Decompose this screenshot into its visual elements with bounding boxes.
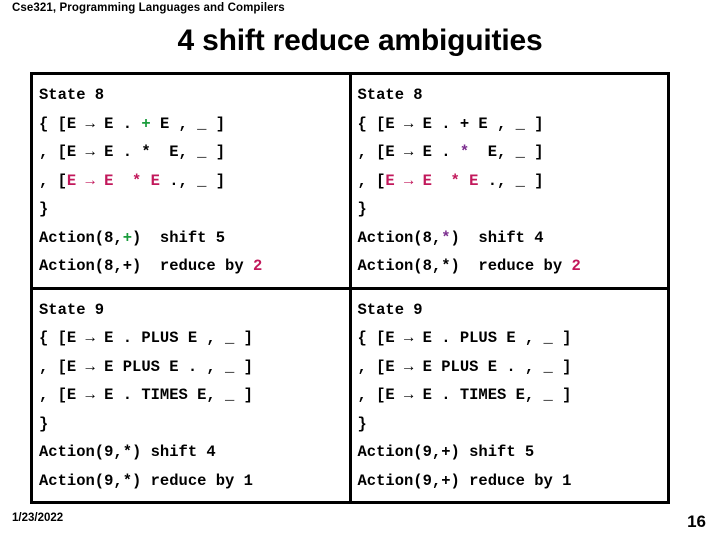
code-token: E , _ ] [150, 114, 226, 133]
code-token: , [ [39, 171, 67, 190]
state-8-times-content: State 8 { [E → E . + E , _ ] , [E → E . * … [358, 81, 668, 281]
code-line: , [E → E PLUS E . , _ ] [358, 353, 668, 382]
code-token: } [357, 200, 367, 218]
code-token: ) shift 5 [132, 228, 226, 247]
code-line: Action(9,*) reduce by 1 [39, 467, 349, 496]
code-token: Action(9,*) reduce by 1 [39, 471, 253, 490]
code-line: , [E → E * E ., _ ] [358, 167, 668, 196]
course-header: Cse321, Programming Languages and Compil… [12, 2, 285, 14]
state-comparison-table: State 8 { [E → E . + E , _ ] , [E → E . * … [30, 72, 670, 504]
table-cell-state-8-plus: State 8 { [E → E . + E , _ ] , [E → E . * … [30, 72, 352, 290]
code-line: State 8 [39, 81, 349, 110]
code-token: , [E → E PLUS E . , _ ] [39, 357, 253, 376]
code-line: Action(8,*) reduce by 2 [358, 252, 668, 281]
code-line: , [E → E * E ., _ ] [39, 167, 349, 196]
code-token: Action(8,*) reduce by [357, 257, 572, 275]
code-line: , [E → E . * E, _ ] [39, 138, 349, 167]
code-line: Action(8,*) shift 4 [358, 224, 668, 253]
footer-page-number: 16 [687, 512, 706, 531]
code-line: , [E → E . TIMES E, _ ] [39, 381, 349, 410]
code-token: , [E → E . TIMES E, _ ] [357, 386, 572, 404]
code-line: Action(8,+) shift 5 [39, 224, 349, 253]
code-line: Action(9,*) shift 4 [39, 438, 349, 467]
code-token: ) shift 4 [450, 228, 544, 247]
state-8-plus-content: State 8 { [E → E . + E , _ ] , [E → E . * … [39, 81, 349, 281]
code-line: State 9 [39, 296, 349, 325]
footer-date: 1/23/2022 [12, 512, 64, 524]
code-token: State 8 [39, 86, 105, 104]
code-token: { [E → E . PLUS E , _ ] [39, 329, 253, 347]
code-line: , [E → E . * E, _ ] [358, 138, 668, 167]
code-token: E → E * E [385, 171, 479, 190]
code-token: { [E → E . [39, 114, 142, 133]
code-token: * [441, 228, 451, 247]
table-row: State 9 { [E → E . PLUS E , _ ] , [E → E P… [30, 286, 670, 504]
code-line: State 8 [358, 81, 668, 110]
code-token: 2 [571, 257, 581, 275]
code-token: Action(8, [357, 228, 442, 247]
code-token: State 8 [357, 86, 423, 104]
code-line: Action(8,+) reduce by 2 [39, 252, 349, 281]
code-token: { [E → E . + E , _ ] [357, 114, 544, 133]
code-token: , [E → E . TIMES E, _ ] [39, 386, 253, 404]
code-line: , [E → E PLUS E . , _ ] [39, 353, 349, 382]
page-title: 4 shift reduce ambiguities [177, 24, 543, 57]
code-token: * [459, 143, 470, 161]
code-token: Action(9,+) shift 5 [357, 443, 535, 461]
code-token: , [ [357, 171, 386, 190]
table-cell-state-9-plus: State 9 { [E → E . PLUS E , _ ] , [E → E P… [348, 286, 670, 504]
code-token: ., _ ] [159, 171, 226, 190]
code-line: } [358, 195, 668, 224]
code-line: { [E → E . + E , _ ] [39, 110, 349, 139]
table-cell-state-9-times: State 9 { [E → E . PLUS E , _ ] , [E → E P… [30, 286, 352, 504]
code-line: { [E → E . + E , _ ] [358, 110, 668, 139]
code-token: , [E → E . [357, 143, 460, 161]
code-token: , [E → E PLUS E . , _ ] [357, 357, 572, 376]
code-line: { [E → E . PLUS E , _ ] [39, 324, 349, 353]
code-line: State 9 [358, 296, 668, 325]
code-token: , [E → E . * E, _ ] [39, 143, 226, 161]
code-token: E → E * E [66, 171, 160, 190]
code-token: ., _ ] [478, 171, 544, 190]
code-token: Action(9,*) shift 4 [39, 443, 216, 461]
code-line: } [39, 195, 349, 224]
code-line: } [358, 410, 668, 439]
code-token: Action(9,+) reduce by 1 [357, 471, 572, 490]
code-token: } [39, 200, 49, 218]
table-row: State 8 { [E → E . + E , _ ] , [E → E . * … [30, 72, 670, 290]
code-line: { [E → E . PLUS E , _ ] [358, 324, 668, 353]
code-token: { [E → E . PLUS E , _ ] [357, 329, 572, 347]
code-token: E, _ ] [469, 143, 544, 161]
code-token: } [39, 414, 49, 433]
code-line: } [39, 410, 349, 439]
code-token: + [141, 114, 151, 133]
code-token: } [357, 414, 367, 433]
code-line: Action(9,+) shift 5 [358, 438, 668, 467]
code-token: State 9 [357, 300, 423, 319]
code-line: , [E → E . TIMES E, _ ] [358, 381, 668, 410]
state-9-plus-content: State 9 { [E → E . PLUS E , _ ] , [E → E P… [358, 296, 668, 496]
table-cell-state-8-times: State 8 { [E → E . + E , _ ] , [E → E . * … [348, 72, 670, 290]
code-token: State 9 [39, 300, 105, 319]
code-line: Action(9,+) reduce by 1 [358, 467, 668, 496]
code-token: Action(8, [39, 228, 123, 247]
code-token: 2 [252, 257, 263, 275]
state-9-times-content: State 9 { [E → E . PLUS E , _ ] , [E → E P… [39, 296, 349, 496]
code-token: + [122, 228, 133, 247]
code-token: Action(8,+) reduce by [39, 257, 253, 275]
